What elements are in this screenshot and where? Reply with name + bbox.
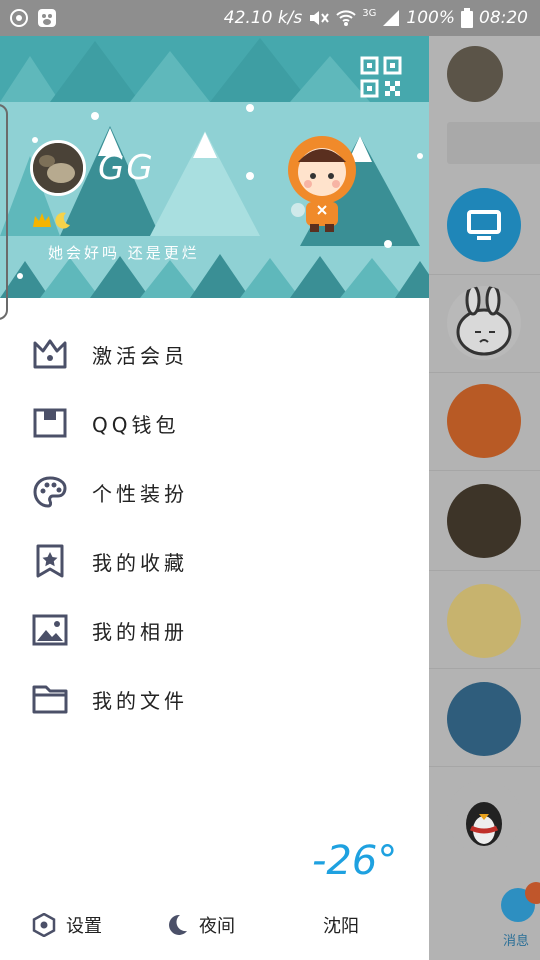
settings-button[interactable]: 设置 [32,912,102,938]
side-drawer: GG 她会好吗 还是更烂 激活会员 QQ钱包 个性装扮 我的收藏 我的相册 我的… [0,36,429,960]
menu-item-label: QQ钱包 [92,413,180,437]
city-label: 沈阳 [323,916,359,937]
night-mode-button[interactable]: 夜间 [165,912,235,938]
menu-item-label: 我的文件 [92,689,188,713]
user-avatar[interactable] [30,140,86,196]
bg-anime-avatar-3[interactable] [447,682,521,756]
bg-anime-avatar-1[interactable] [447,384,521,458]
bg-anime-avatar-2[interactable] [447,584,521,658]
bg-game-avatar[interactable] [447,484,521,558]
bg-rabbit-avatar[interactable] [447,286,521,360]
wifi-icon [336,10,356,26]
menu-item-album[interactable]: 我的相册 [0,594,429,663]
menu-item-files[interactable]: 我的文件 [0,663,429,732]
user-signature[interactable]: 她会好吗 还是更烂 [48,242,200,263]
moon-icon [169,914,187,935]
menu-item-label: 个性装扮 [92,482,188,506]
bg-search-box[interactable] [447,122,540,164]
baidu-icon [36,7,58,29]
night-label: 夜间 [199,916,235,937]
menu-item-label: 激活会员 [92,344,188,368]
bg-user-avatar[interactable] [447,46,503,102]
crown-icon [33,339,67,369]
bg-message-tab-label[interactable]: 消息 [503,930,540,949]
wallet-icon [33,408,67,438]
bg-unread-dot [525,882,540,904]
status-bar: 42.10 k/s 3G 100% 08:20 [0,0,540,36]
qr-code-button[interactable] [360,56,402,98]
network-type: 3G [362,8,377,19]
settings-label: 设置 [66,916,102,937]
hexagon-settings-icon [32,913,56,937]
network-speed: 42.10 k/s [223,8,303,28]
user-nickname[interactable]: GG [98,148,155,188]
star-bookmark-icon [36,544,64,578]
computer-icon [467,210,501,240]
weather-temperature[interactable]: -26° [312,838,397,884]
qr-code-icon [360,56,402,98]
weather-city-button[interactable]: 沈阳 [323,912,359,938]
menu-item-label: 我的相册 [92,620,188,644]
menu-item-personalize[interactable]: 个性装扮 [0,456,429,525]
menu-item-activate-vip[interactable]: 激活会员 [0,318,429,387]
bg-device-avatar[interactable] [447,188,521,262]
bg-qq-penguin-avatar[interactable] [447,780,521,854]
menu-item-favorites[interactable]: 我的收藏 [0,525,429,594]
signal-icon [383,10,400,26]
drawer-bottom-bar: 设置 夜间 沈阳 [0,900,429,960]
drawer-menu: 激活会员 QQ钱包 个性装扮 我的收藏 我的相册 我的文件 [0,318,429,732]
drawer-edge-handle [0,104,8,320]
moon-badge-icon [55,212,70,229]
menu-item-qq-wallet[interactable]: QQ钱包 [0,387,429,456]
clock: 08:20 [479,8,528,28]
crown-badge-icon [33,213,51,227]
mute-icon [310,11,330,25]
palette-icon [33,476,67,508]
profile-header[interactable]: GG 她会好吗 还是更烂 [0,36,429,298]
vip-badges[interactable] [32,211,72,229]
background-chat-list[interactable]: 消息 [429,36,540,960]
status-right: 42.10 k/s 3G 100% 08:20 [224,7,528,29]
menu-item-label: 我的收藏 [92,551,188,575]
sync-icon [8,7,30,29]
folder-icon [32,685,68,714]
photo-icon [32,614,68,646]
status-left-icons [8,7,58,29]
battery-icon [461,8,473,28]
battery-percent: 100% [406,8,455,28]
